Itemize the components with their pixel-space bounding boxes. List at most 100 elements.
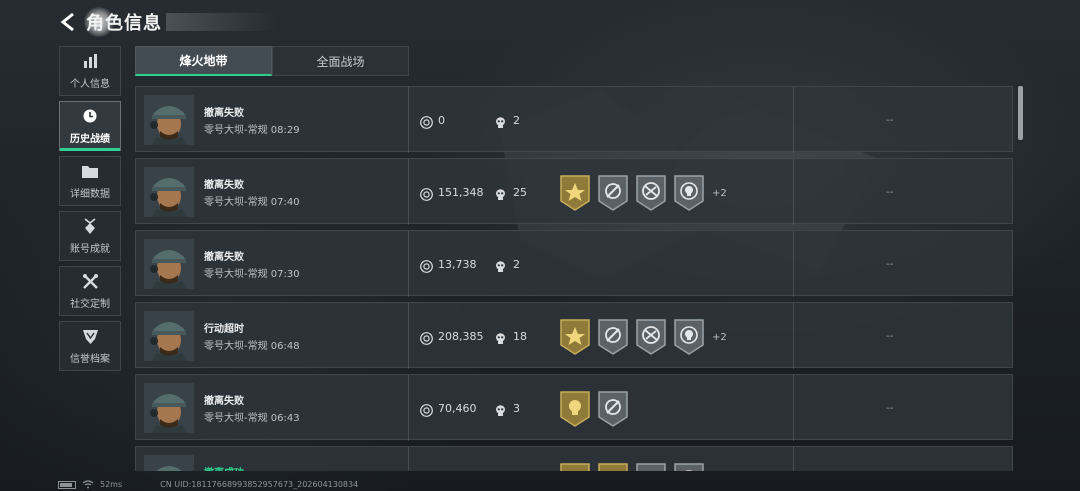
operator-avatar: [144, 311, 194, 361]
match-result: 撤离失败: [204, 252, 244, 263]
kills-icon: [494, 402, 507, 416]
page-title-wrap: 角色信息: [84, 7, 162, 37]
coin-value: 208,385: [438, 330, 484, 343]
sidebar-item-label: 社交定制: [70, 299, 110, 310]
sidebar-item-label: 详细数据: [70, 189, 110, 200]
row-divider: [408, 447, 409, 471]
match-row[interactable]: 撤离失败零号大坝-常规 06:43 70,460 3 --: [135, 374, 1013, 441]
coin-icon: [420, 114, 433, 129]
kills-value: 25: [513, 186, 527, 199]
operator-avatar: [144, 455, 194, 471]
coin-icon: [420, 258, 433, 273]
title-decoration: [166, 13, 276, 31]
match-map-time: 零号大坝-常规 07:30: [204, 269, 300, 280]
coin-icon: [420, 186, 433, 201]
badge-list: [560, 463, 712, 471]
medal-icon: [80, 217, 100, 235]
kills-icon: [494, 114, 507, 128]
user-uid: CN UID:18117668993852957673_202604130834: [160, 480, 359, 489]
no-gun-badge-icon[interactable]: [636, 175, 666, 211]
sidebar-item-reputation[interactable]: 信誉档案: [59, 321, 121, 371]
sidebar-item-detailed-data[interactable]: 详细数据: [59, 156, 121, 206]
crosshair-badge-icon[interactable]: [636, 463, 666, 471]
rating-value: --: [886, 331, 894, 342]
operator-avatar: [144, 167, 194, 217]
kills-value: 18: [513, 330, 527, 343]
row-divider: [408, 231, 409, 297]
tab-full-battlefield[interactable]: 全面战场: [272, 46, 409, 76]
match-row[interactable]: 行动超时 零号大坝-常规 06:48 208,385 18 +2 --: [135, 302, 1013, 369]
match-result: 撤离成功: [204, 464, 244, 471]
page-title: 角色信息: [86, 13, 162, 34]
kills-value: 3: [513, 402, 520, 415]
gold-star-badge-icon[interactable]: [560, 175, 590, 211]
row-divider: [793, 231, 794, 297]
match-map-time: 零号大坝-常规 07:40: [204, 197, 300, 208]
row-divider: [408, 375, 409, 441]
gold-star-badge-icon[interactable]: [560, 463, 590, 471]
scrollbar-thumb[interactable]: [1018, 86, 1023, 140]
sidebar-item-personal-info[interactable]: 个人信息: [59, 46, 121, 96]
match-row[interactable]: 撤离成功: [135, 446, 1013, 471]
sidebar-item-history[interactable]: 历史战绩: [59, 101, 121, 151]
wifi-icon: [82, 480, 94, 489]
rating-value: --: [886, 403, 894, 414]
tab-hazard-zone[interactable]: 烽火地带: [135, 46, 272, 76]
crosshair-badge-icon[interactable]: [598, 391, 628, 427]
bar-chart-icon: [80, 52, 100, 70]
match-history-list[interactable]: 撤离失败 零号大坝-常规 08:29 0 2 -- 撤离失败 零号大坝-常规 07:40 15…: [135, 86, 1013, 471]
match-map-time: 零号大坝-常规 08:29: [204, 125, 300, 136]
coin-icon: [420, 330, 433, 345]
status-bar: 52ms CN UID:18117668993852957673_2026041…: [58, 478, 364, 491]
coin-value: 151,348: [438, 186, 484, 199]
coin-value: 0: [438, 114, 445, 127]
sidebar-item-achievements[interactable]: 账号成就: [59, 211, 121, 261]
match-row[interactable]: 撤离失败 零号大坝-常规 07:30 13,738 2 --: [135, 230, 1013, 297]
gold-star-badge-icon[interactable]: [598, 463, 628, 471]
skull-badge-icon[interactable]: [674, 175, 704, 211]
kills-icon: [494, 186, 507, 200]
kills-icon: [494, 258, 507, 272]
skull-badge-icon[interactable]: [674, 463, 704, 471]
row-divider: [408, 87, 409, 153]
crosshair-badge-icon[interactable]: [598, 319, 628, 355]
row-divider: [793, 87, 794, 153]
match-row[interactable]: 撤离失败 零号大坝-常规 08:29 0 2 --: [135, 86, 1013, 153]
sidebar-item-label: 信誉档案: [70, 354, 110, 365]
row-divider: [793, 375, 794, 441]
coin-icon: [420, 402, 433, 417]
header: 角色信息: [56, 6, 276, 38]
battery-icon: [58, 480, 76, 489]
row-divider: [793, 303, 794, 369]
mode-tabs: 烽火地带 全面战场: [135, 46, 409, 76]
match-result: 撤离失败: [204, 180, 244, 191]
sidebar-item-label: 历史战绩: [70, 134, 110, 145]
operator-avatar: [144, 383, 194, 433]
no-gun-badge-icon[interactable]: [636, 319, 666, 355]
badge-list: [560, 391, 636, 427]
kills-value: 2: [513, 258, 520, 271]
match-result: 撤离失败: [204, 396, 244, 407]
more-badges-count[interactable]: +2: [712, 332, 727, 343]
sidebar-item-label: 账号成就: [70, 244, 110, 255]
row-divider: [408, 159, 409, 225]
crosshair-badge-icon[interactable]: [598, 175, 628, 211]
match-map-time: 零号大坝-常规 06:43: [204, 413, 300, 424]
clock-icon: [80, 107, 100, 125]
rating-value: --: [886, 115, 894, 126]
folder-icon: [80, 162, 100, 180]
coin-value: 70,460: [438, 402, 477, 415]
match-row[interactable]: 撤离失败 零号大坝-常规 07:40 151,348 25 +2 --: [135, 158, 1013, 225]
chevron-left-icon: [60, 12, 74, 32]
match-map-time: 零号大坝-常规 06:48: [204, 341, 300, 352]
skull-badge-icon[interactable]: [674, 319, 704, 355]
match-result: 撤离失败: [204, 108, 244, 119]
gold-skull-badge-icon[interactable]: [560, 391, 590, 427]
badge-list: +2: [560, 175, 727, 211]
operator-avatar: [144, 239, 194, 289]
back-button[interactable]: [56, 8, 80, 36]
gold-star-badge-icon[interactable]: [560, 319, 590, 355]
sidebar-item-social-customize[interactable]: 社交定制: [59, 266, 121, 316]
kills-icon: [494, 330, 507, 344]
more-badges-count[interactable]: +2: [712, 188, 727, 199]
